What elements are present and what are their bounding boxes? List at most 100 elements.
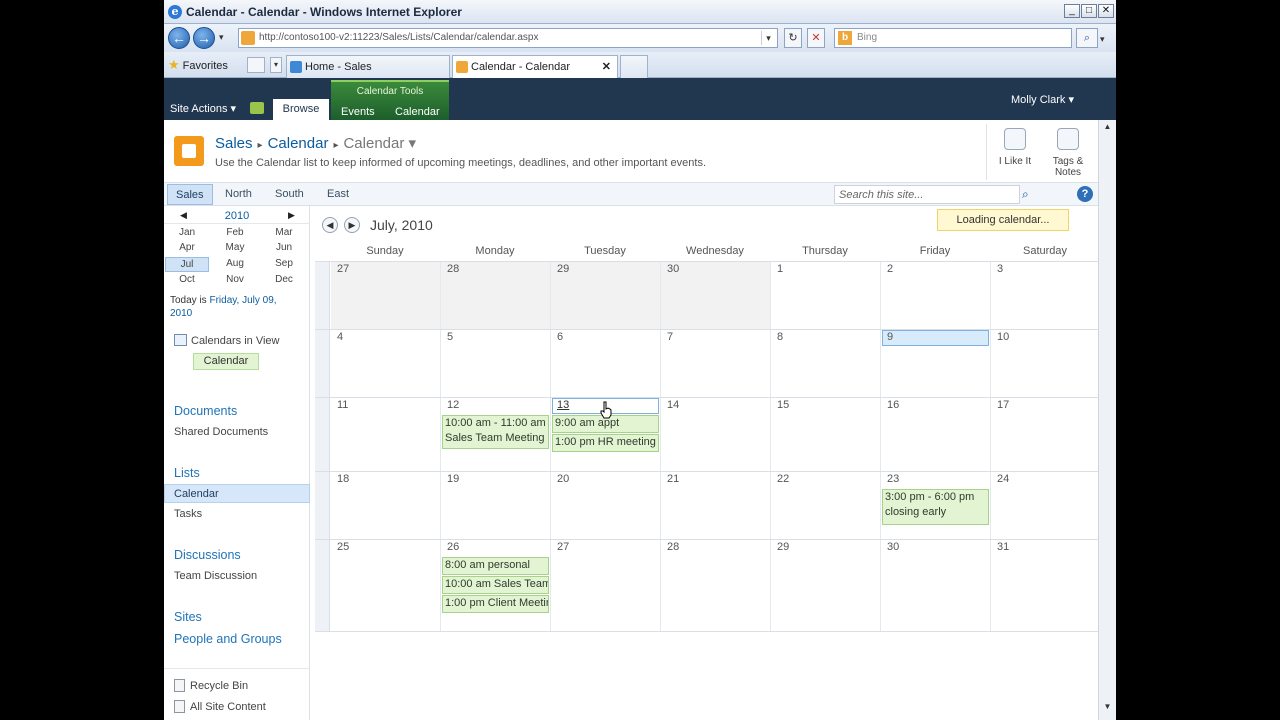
day-cell[interactable]: 16 [881, 398, 991, 471]
month-apr[interactable]: Apr [165, 241, 209, 256]
history-dropdown-icon[interactable]: ▾ [219, 32, 224, 43]
week-selector[interactable] [315, 398, 330, 471]
navigate-up-icon[interactable] [250, 102, 264, 114]
prev-month-button[interactable]: ◀ [322, 217, 338, 233]
tab-list-icon[interactable]: ▾ [270, 57, 282, 73]
page-scrollbar[interactable]: ▲ ▼ [1098, 120, 1116, 720]
breadcrumb-sales[interactable]: Sales [215, 135, 253, 152]
day-cell[interactable]: 17 [991, 398, 1098, 471]
ql-sites[interactable]: Sites [174, 610, 202, 624]
day-cell[interactable]: 28 [661, 540, 771, 631]
day-cell[interactable]: 27 [331, 262, 441, 329]
week-selector[interactable] [315, 262, 330, 329]
forward-button[interactable]: → [193, 27, 215, 49]
month-oct[interactable]: Oct [165, 273, 209, 288]
topnav-north[interactable]: North [225, 188, 252, 200]
maximize-button[interactable]: □ [1081, 4, 1097, 18]
i-like-it-button[interactable]: I Like It [990, 128, 1040, 167]
ql-calendar[interactable]: Calendar [174, 488, 219, 500]
calendar-event[interactable]: 10:00 am - 11:00 am Sales Team Meeting [442, 415, 549, 449]
day-cell[interactable]: 28 [441, 262, 551, 329]
browser-search-button[interactable]: ⌕ [1076, 28, 1098, 48]
month-nov[interactable]: Nov [213, 273, 257, 288]
stop-button[interactable]: ✕ [807, 28, 825, 48]
calendar-event[interactable]: 8:00 am personal [442, 557, 549, 575]
refresh-button[interactable]: ↻ [784, 28, 802, 48]
next-year-icon[interactable]: ▶ [288, 210, 295, 221]
day-cell[interactable]: 20 [551, 472, 661, 539]
topnav-east[interactable]: East [327, 188, 349, 200]
back-button[interactable]: ← [168, 27, 190, 49]
new-tab-button[interactable] [620, 55, 648, 78]
user-menu[interactable]: Molly Clark ▾ [1011, 93, 1074, 106]
month-aug[interactable]: Aug [213, 257, 257, 272]
month-feb[interactable]: Feb [213, 226, 257, 241]
tab-events[interactable]: Events [341, 106, 375, 118]
site-actions-menu[interactable]: Site Actions ▾ [170, 102, 236, 115]
site-search-input[interactable]: Search this site... [834, 185, 1020, 204]
calendar-event[interactable]: 1:00 pm HR meeting [552, 434, 659, 452]
month-jun[interactable]: Jun [262, 241, 306, 256]
calendar-event[interactable]: 3:00 pm - 6:00 pm closing early [882, 489, 989, 525]
day-cell[interactable]: 26 8:00 am personal 10:00 am Sales Team … [441, 540, 551, 631]
month-may[interactable]: May [213, 241, 257, 256]
search-icon[interactable]: ⌕ [1022, 187, 1029, 202]
day-cell[interactable]: 2 [881, 262, 991, 329]
minimize-button[interactable]: _ [1064, 4, 1080, 18]
day-cell-today[interactable]: 9 [881, 330, 991, 397]
day-cell[interactable]: 1 [771, 262, 881, 329]
month-jul[interactable]: Jul [165, 257, 209, 272]
day-cell[interactable]: 21 [661, 472, 771, 539]
ql-people-groups[interactable]: People and Groups [174, 632, 282, 646]
ql-recycle-bin[interactable]: Recycle Bin [174, 679, 248, 692]
day-cell[interactable]: 14 [661, 398, 771, 471]
browser-search-box[interactable]: b Bing [834, 28, 1072, 48]
close-tab-icon[interactable]: ✕ [602, 60, 611, 73]
browser-tab-home[interactable]: Home - Sales [286, 55, 450, 78]
day-cell[interactable]: 29 [771, 540, 881, 631]
day-cell[interactable]: 5 [441, 330, 551, 397]
ql-all-site-content[interactable]: All Site Content [174, 700, 266, 713]
day-cell[interactable]: 11 [331, 398, 441, 471]
day-cell[interactable]: 6 [551, 330, 661, 397]
close-window-button[interactable]: ✕ [1098, 4, 1114, 18]
month-mar[interactable]: Mar [262, 226, 306, 241]
tab-browse[interactable]: Browse [273, 99, 329, 120]
day-cell[interactable]: 30 [661, 262, 771, 329]
calendar-event[interactable]: 10:00 am Sales Team [442, 576, 549, 594]
day-cell[interactable]: 12 10:00 am - 11:00 am Sales Team Meeting [441, 398, 551, 471]
calendar-overlay-chip[interactable]: Calendar [193, 353, 259, 370]
month-dec[interactable]: Dec [262, 273, 306, 288]
week-selector[interactable] [315, 540, 330, 631]
day-cell[interactable]: 7 [661, 330, 771, 397]
scroll-up-icon[interactable]: ▲ [1101, 122, 1114, 136]
day-cell[interactable]: 22 [771, 472, 881, 539]
week-selector[interactable] [315, 472, 330, 539]
day-cell[interactable]: 24 [991, 472, 1098, 539]
ql-discussions[interactable]: Discussions [174, 548, 241, 562]
month-jan[interactable]: Jan [165, 226, 209, 241]
day-cell[interactable]: 18 [331, 472, 441, 539]
browser-tab-calendar[interactable]: Calendar - Calendar ✕ [452, 55, 618, 78]
day-cell[interactable]: 15 [771, 398, 881, 471]
scroll-down-icon[interactable]: ▼ [1101, 702, 1114, 716]
help-icon[interactable]: ? [1077, 186, 1093, 202]
day-cell[interactable]: 29 [551, 262, 661, 329]
favorites-button[interactable]: ★ Favorites [168, 57, 228, 73]
ql-shared-documents[interactable]: Shared Documents [174, 426, 268, 438]
day-cell[interactable]: 8 [771, 330, 881, 397]
breadcrumb-view-selector[interactable]: Calendar ▾ [343, 135, 416, 152]
address-bar[interactable]: http://contoso100-v2:11223/Sales/Lists/C… [238, 28, 778, 48]
ql-tasks[interactable]: Tasks [174, 508, 202, 520]
next-month-button[interactable]: ▶ [344, 217, 360, 233]
day-cell[interactable]: 25 [331, 540, 441, 631]
day-cell[interactable]: 10 [991, 330, 1098, 397]
ql-team-discussion[interactable]: Team Discussion [174, 570, 257, 582]
day-cell[interactable]: 19 [441, 472, 551, 539]
day-cell[interactable]: 27 [551, 540, 661, 631]
topnav-sales[interactable]: Sales [167, 184, 213, 205]
calendar-event[interactable]: 1:00 pm Client Meeting [442, 595, 549, 613]
day-cell[interactable]: 3 [991, 262, 1098, 329]
week-selector[interactable] [315, 330, 330, 397]
tab-calendar[interactable]: Calendar [395, 106, 440, 118]
